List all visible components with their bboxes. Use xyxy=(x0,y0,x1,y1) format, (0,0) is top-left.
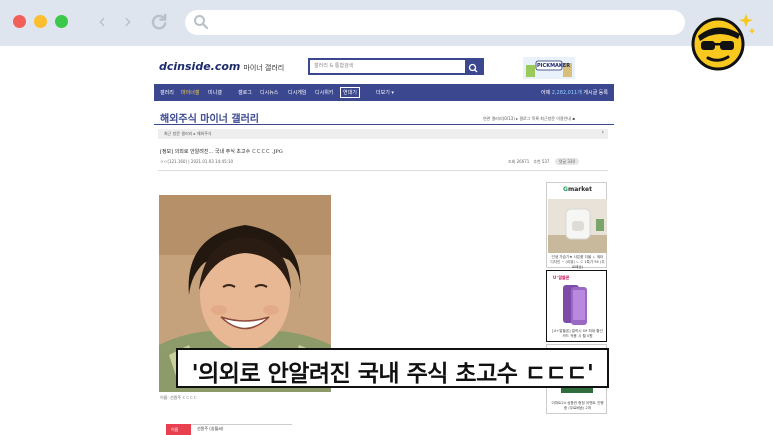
nav-item-game[interactable]: 디시게임 xyxy=(288,89,306,96)
window-close-dot[interactable] xyxy=(13,15,26,28)
site-logo-sub: 마이너 갤러리 xyxy=(243,64,285,72)
main-navbar: 갤러리 마이너갤 미니갤 갤로그 디시뉴스 디시게임 디시위키 연대기 더보기 … xyxy=(154,84,614,101)
site-logo[interactable]: dcinside.com 마이너 갤러리 xyxy=(159,60,284,73)
nav-item-news[interactable]: 디시뉴스 xyxy=(260,89,278,96)
recent-gallery-bar: 최근 방문 갤러리 ▸ 해외주식 › xyxy=(158,129,608,139)
nav-item-more[interactable]: 더보기 ▾ xyxy=(376,89,394,96)
nav-item-minor[interactable]: 마이너갤 xyxy=(181,89,199,96)
window-maximize-dot[interactable] xyxy=(55,15,68,28)
browser-toolbar: ‹ › xyxy=(0,0,773,46)
forward-arrow-icon[interactable]: › xyxy=(124,8,132,34)
post-views: 조회 26671 xyxy=(508,159,530,164)
daily-post-prefix: 어제 xyxy=(540,90,551,96)
gallery-links[interactable]: 연관 갤러리(0/13) ▸ 갤로그 목록 최근방문 이용안내 ▪ xyxy=(483,116,575,122)
uplus-logo: U⁺알뜰폰 xyxy=(553,275,570,280)
back-arrow-icon[interactable]: ‹ xyxy=(98,8,106,34)
gallery-title[interactable]: 해외주식 마이너 갤러리 xyxy=(160,110,259,125)
phone-image xyxy=(563,285,587,325)
banner-label: PICKMAKER xyxy=(537,63,571,69)
post-recommend: 추천 537 xyxy=(533,159,550,164)
nav-item-wiki[interactable]: 디시위키 xyxy=(315,89,333,96)
search-icon xyxy=(468,63,478,73)
search-icon xyxy=(194,15,209,30)
subtitle-caption: '의외로 안알려진 국내 주식 초고수 ㄷㄷㄷ' xyxy=(176,348,609,388)
gmarket-ad-text: 인생 가습기★ 사은품 더블 ㄴ 워터 디자인 ~ (리뷰) ㄴ C 1특가 9… xyxy=(550,255,605,269)
site-search-input[interactable]: 갤러리 & 통합검색 xyxy=(308,58,484,75)
chevron-right-icon[interactable]: › xyxy=(602,129,604,136)
humidifier-image xyxy=(548,199,607,253)
gmarket-logo-text: market xyxy=(567,186,592,193)
subtitle-text: '의외로 안알려진 국내 주식 초고수 ㄷㄷㄷ' xyxy=(191,361,594,387)
lg-ad-text: [U+알뜰폰] 갤럭시 S9 최대 할인 카드 적용 시 월 0원 xyxy=(552,329,603,338)
daily-post-number: 2,282,011개 xyxy=(551,90,582,96)
breadcrumb[interactable]: 최근 방문 갤러리 ▸ 해외주식 xyxy=(164,131,212,137)
post-divider xyxy=(158,170,608,171)
lg-phone-ad[interactable]: U⁺알뜰폰 [U+알뜰폰] 갤럭시 S9 최대 할인 카드 적용 시 월 0원 xyxy=(546,270,607,342)
gmarket-logo: Gmarket xyxy=(563,186,592,193)
window-minimize-dot[interactable] xyxy=(34,15,47,28)
photo-caption: 이름: 선원주 ㄷㄷㄷㄷ xyxy=(160,395,198,400)
name-value: 선원주 (송월씨) xyxy=(197,426,224,431)
name-label: 이름 xyxy=(166,424,191,435)
bottom-ad-text: 이마트24 상품권 증정 이벤트 진행 중 (무료배송) 2개 xyxy=(551,401,604,410)
reload-icon[interactable] xyxy=(150,12,169,31)
nav-item-mini[interactable]: 미니갤 xyxy=(208,89,222,96)
address-bar[interactable] xyxy=(185,10,685,35)
mascot-icon xyxy=(691,14,755,71)
site-search-button[interactable] xyxy=(465,60,482,73)
gmarket-ad[interactable]: Gmarket 인생 가습기★ 사은품 더블 ㄴ 워터 디자인 ~ (리뷰) ㄴ… xyxy=(546,182,607,269)
gallery-divider xyxy=(154,124,614,125)
post-comments-badge[interactable]: 댓글 330 xyxy=(554,158,580,165)
nav-item-gallery[interactable]: 갤러리 xyxy=(160,89,174,96)
nav-item-highlight[interactable]: 연대기 xyxy=(340,87,360,98)
nav-item-gallog[interactable]: 갤로그 xyxy=(238,89,252,96)
daily-post-suffix: 게시글 등록 xyxy=(583,90,608,96)
site-search-placeholder: 갤러리 & 통합검색 xyxy=(314,63,354,69)
site-logo-text: dcinside.com xyxy=(159,60,241,73)
pickmaker-banner[interactable]: PICKMAKER xyxy=(523,57,575,79)
screen: ‹ › dcinside.com 마이너 갤러리 갤러리 & 통합검색 PICK… xyxy=(0,0,773,435)
post-title: [정보] 의외로 안알려진... 국내 주식 초고수 ㄷㄷㄷㄷ .JPG xyxy=(160,149,283,155)
post-meta: ㅇㅇ(121.160) | 2021.01.03 14:45:10 xyxy=(160,159,234,164)
post-stats: 조회 26671 추천 537 댓글 330 xyxy=(508,158,580,165)
daily-post-count: 어제 2,282,011개 게시글 등록 xyxy=(541,89,608,96)
name-label-text: 이름 xyxy=(171,427,179,432)
